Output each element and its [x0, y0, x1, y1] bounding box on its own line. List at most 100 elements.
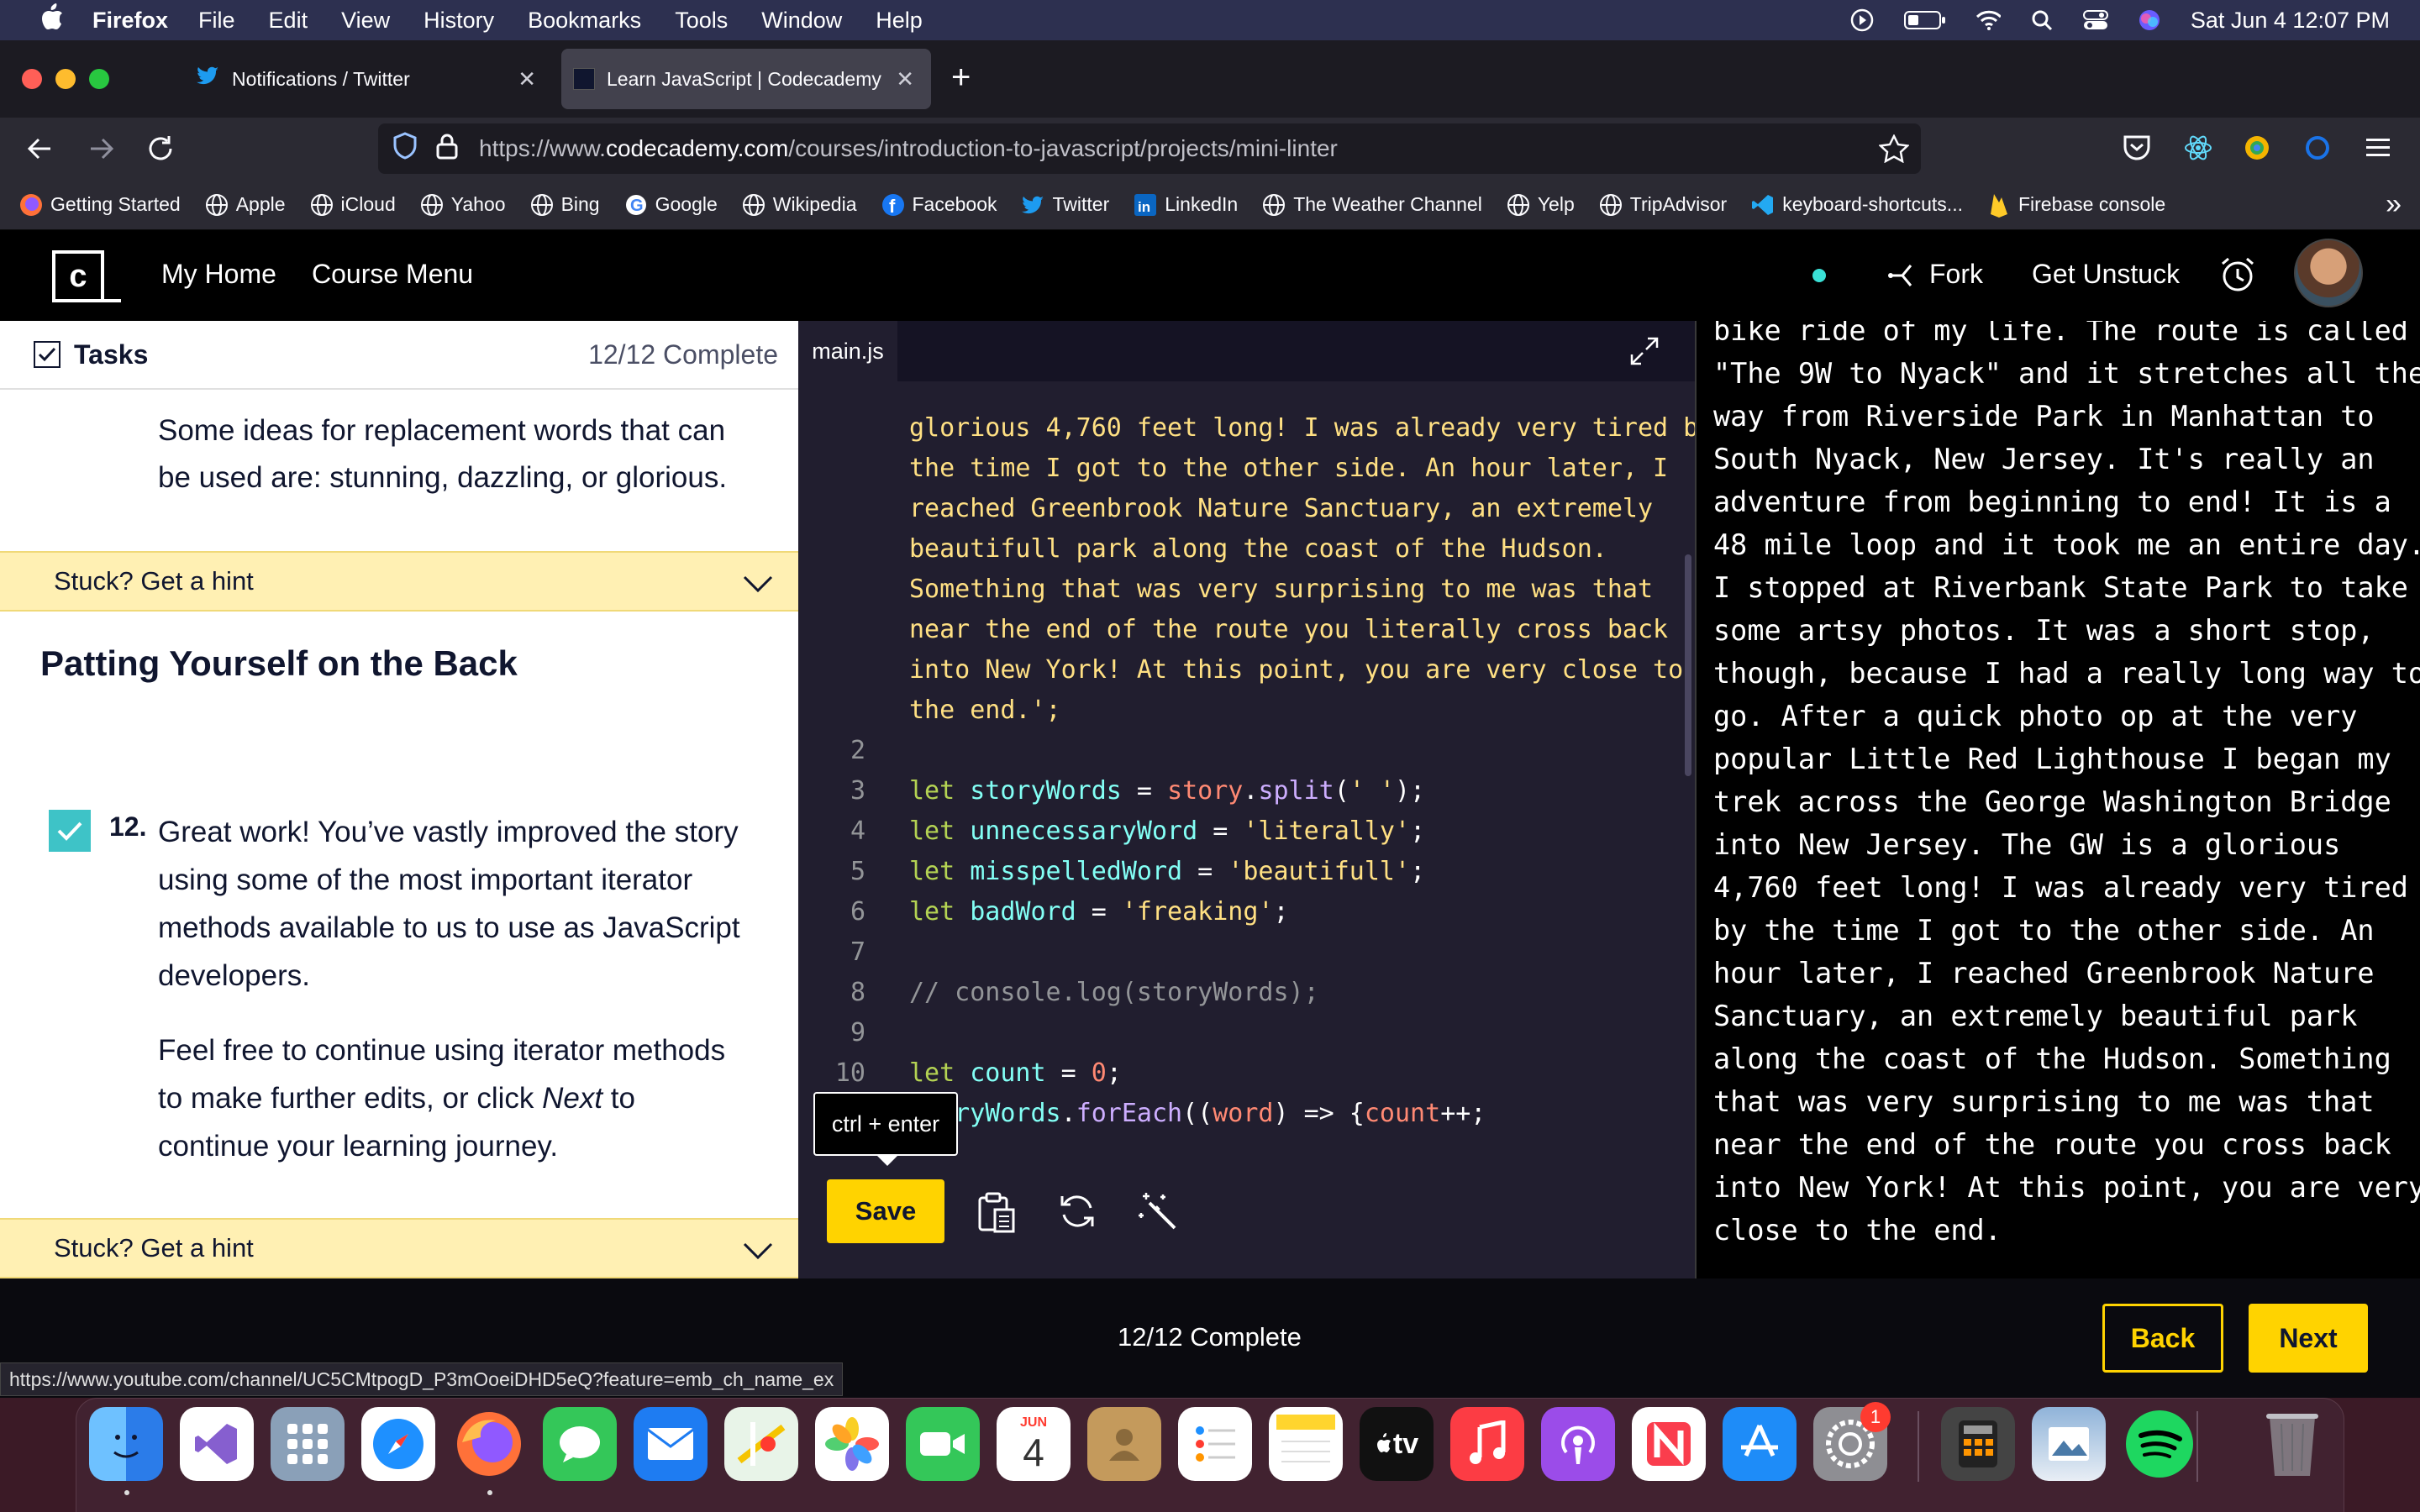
notes-icon[interactable] [1269, 1407, 1343, 1481]
nav-course-menu[interactable]: Course Menu [312, 259, 473, 290]
news-icon[interactable] [1632, 1407, 1706, 1481]
visual-studio-icon[interactable] [180, 1407, 254, 1481]
menu-file[interactable]: File [198, 8, 235, 34]
facetime-icon[interactable] [906, 1407, 980, 1481]
bookmark-icloud[interactable]: iCloud [309, 192, 396, 218]
menu-window[interactable]: Window [761, 8, 842, 34]
tab-close-icon[interactable]: ✕ [896, 66, 914, 92]
extension-blue-circle-icon[interactable] [2304, 134, 2331, 165]
calendar-icon[interactable]: JUN 4 [997, 1407, 1071, 1481]
reset-refresh-icon[interactable] [1057, 1191, 1097, 1236]
expand-icon[interactable] [1629, 336, 1660, 370]
react-devtools-icon[interactable] [2183, 133, 2213, 167]
pocket-icon[interactable] [2123, 134, 2151, 165]
siri-icon[interactable] [2137, 8, 2162, 33]
bookmark-google[interactable]: G Google [623, 192, 718, 218]
reminders-icon[interactable] [1178, 1407, 1252, 1481]
fork-icon[interactable] [1887, 260, 1919, 295]
hamburger-menu-icon[interactable] [2366, 136, 2393, 164]
podcasts-icon[interactable] [1541, 1407, 1615, 1481]
music-icon[interactable] [1450, 1407, 1524, 1481]
bookmark-apple[interactable]: Apple [204, 192, 286, 218]
fork-button[interactable]: Fork [1929, 259, 1983, 290]
url-bar[interactable]: https://www.codecademy.com/courses/intro… [378, 123, 1921, 174]
preview-icon[interactable] [2032, 1407, 2106, 1481]
bookmark-weather-channel[interactable]: The Weather Channel [1261, 192, 1482, 218]
launchpad-icon[interactable] [271, 1407, 345, 1481]
window-minimize-button[interactable] [55, 69, 76, 89]
back-button[interactable]: Back [2102, 1304, 2223, 1373]
spotlight-search-icon[interactable] [2029, 8, 2054, 33]
reload-icon[interactable] [145, 133, 176, 169]
code-line: reached Greenbrook Nature Sanctuary, an … [798, 489, 1681, 529]
codecademy-logo[interactable]: c [52, 250, 104, 302]
tracking-shield-icon[interactable] [392, 131, 418, 166]
back-arrow-icon[interactable] [25, 134, 55, 167]
bookmark-yelp[interactable]: Yelp [1506, 192, 1575, 218]
tab-codecademy-active[interactable]: Learn JavaScript | Codecademy ✕ [561, 49, 931, 109]
app-store-icon[interactable] [1723, 1407, 1797, 1481]
menu-tools[interactable]: Tools [675, 8, 728, 34]
menu-edit[interactable]: Edit [269, 8, 308, 34]
forward-arrow-icon[interactable] [86, 134, 116, 167]
bookmarks-overflow-chevron-icon[interactable]: » [2386, 188, 2402, 221]
bookmark-keyboard-shortcuts[interactable]: keyboard-shortcuts... [1750, 192, 1963, 218]
safari-icon[interactable] [361, 1407, 435, 1481]
battery-icon[interactable] [1903, 8, 1947, 33]
code-content[interactable]: glorious 4,760 feet long! I was already … [798, 403, 1695, 1142]
menu-bookmarks[interactable]: Bookmarks [528, 8, 641, 34]
save-button[interactable]: Save [827, 1179, 944, 1243]
firefox-dock-icon[interactable] [452, 1407, 526, 1481]
file-tab-main-js[interactable]: main.js [798, 321, 897, 381]
photos-icon[interactable] [815, 1407, 889, 1481]
copy-to-clipboard-icon[interactable] [976, 1191, 1017, 1237]
nav-my-home[interactable]: My Home [161, 259, 276, 290]
mail-icon[interactable] [634, 1407, 708, 1481]
window-zoom-button[interactable] [89, 69, 109, 89]
menu-view[interactable]: View [341, 8, 390, 34]
bookmark-wikipedia[interactable]: Wikipedia [741, 192, 857, 218]
bookmark-star-icon[interactable] [1878, 134, 1910, 169]
bookmark-bing[interactable]: Bing [529, 192, 600, 218]
menu-history[interactable]: History [424, 8, 494, 34]
line-number: 5 [850, 857, 865, 886]
contacts-icon[interactable] [1087, 1407, 1161, 1481]
bookmark-twitter[interactable]: Twitter [1021, 192, 1109, 218]
task-complete-checkbox[interactable] [49, 810, 91, 852]
bookmark-firebase-console[interactable]: Firebase console [1986, 192, 2165, 218]
user-avatar[interactable] [2294, 239, 2363, 307]
menu-help[interactable]: Help [876, 8, 923, 34]
apple-tv-icon[interactable]: tv [1360, 1407, 1434, 1481]
code-text: let badWord = 'freaking'; [909, 897, 1289, 927]
extension-color-icon[interactable] [2244, 134, 2270, 165]
messages-icon[interactable] [543, 1407, 617, 1481]
bookmark-getting-started[interactable]: Getting Started [18, 192, 181, 218]
calculator-icon[interactable] [1941, 1407, 2015, 1481]
get-unstuck-button[interactable]: Get Unstuck [2032, 259, 2180, 290]
alarm-clock-icon[interactable] [2218, 255, 2257, 298]
wifi-icon[interactable] [1975, 8, 2001, 33]
window-close-button[interactable] [22, 69, 42, 89]
maps-icon[interactable] [724, 1407, 798, 1481]
task-line-2: using some of the most important iterato… [158, 864, 693, 896]
trash-icon[interactable] [2255, 1407, 2329, 1481]
magic-wand-format-icon[interactable] [1138, 1191, 1180, 1237]
control-center-icon[interactable] [2082, 8, 2108, 33]
bookmark-facebook[interactable]: f Facebook [881, 192, 997, 218]
tab-twitter[interactable]: Notifications / Twitter ✕ [183, 49, 553, 109]
spotify-icon[interactable] [2123, 1407, 2196, 1481]
menu-app-name[interactable]: Firefox [92, 8, 168, 34]
next-button[interactable]: Next [2249, 1304, 2368, 1373]
hint-toggle-2[interactable]: Stuck? Get a hint [0, 1218, 798, 1278]
apple-menu-icon[interactable] [35, 3, 69, 37]
tab-close-icon[interactable]: ✕ [518, 66, 536, 92]
finder-icon[interactable] [89, 1407, 163, 1481]
new-tab-plus-icon[interactable]: + [951, 60, 985, 97]
play-status-icon[interactable] [1849, 8, 1875, 33]
bookmark-tripadvisor[interactable]: TripAdvisor [1598, 192, 1727, 218]
menu-datetime[interactable]: Sat Jun 4 12:07 PM [2191, 8, 2390, 34]
bookmark-linkedin[interactable]: in LinkedIn [1133, 192, 1238, 218]
hint-toggle-1[interactable]: Stuck? Get a hint [0, 551, 798, 612]
lock-icon[interactable] [435, 133, 459, 165]
bookmark-yahoo[interactable]: Yahoo [419, 192, 506, 218]
